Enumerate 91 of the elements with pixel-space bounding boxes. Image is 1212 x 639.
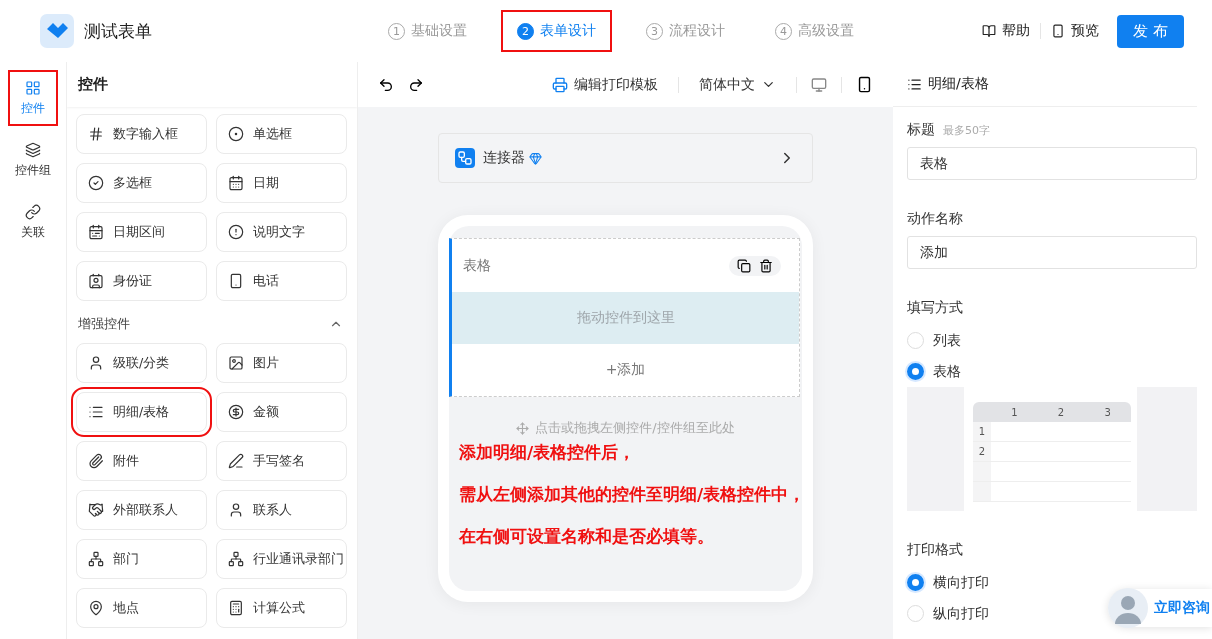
undo-icon[interactable] — [378, 76, 394, 93]
person-icon — [88, 355, 104, 371]
layers-icon — [25, 141, 41, 158]
consult-button[interactable]: 立即咨询 — [1108, 589, 1212, 627]
control-tile[interactable]: 多选框 — [76, 163, 207, 203]
control-tile[interactable]: 外部联系人 — [76, 490, 207, 530]
list-icon — [907, 76, 922, 92]
move-icon — [516, 421, 530, 435]
annotation-text: 添加明细/表格控件后， — [459, 441, 637, 464]
phone-icon — [228, 273, 244, 289]
check-circle-icon — [88, 175, 104, 191]
field-label: 打印格式 — [907, 541, 963, 559]
avatar-icon — [1108, 588, 1148, 628]
list-icon — [88, 404, 104, 420]
action-input[interactable]: 添加 — [907, 236, 1197, 269]
preview-button[interactable]: 预览 — [1041, 22, 1109, 40]
phone-icon[interactable] — [856, 76, 873, 93]
step-tab[interactable]: 2 表单设计 — [503, 12, 610, 50]
drop-zone: 拖动控件到这里 — [452, 292, 799, 344]
control-tile[interactable]: 日期 — [216, 163, 347, 203]
grid-icon — [25, 79, 41, 96]
radio-option[interactable]: 表格 — [907, 356, 961, 387]
annotation-text: 需从左侧添加其他的控件至明细/表格控件中， — [459, 483, 802, 506]
control-tile[interactable]: 说明文字 — [216, 212, 347, 252]
control-tile[interactable]: 数字输入框 — [76, 114, 207, 154]
hash-icon — [88, 126, 104, 142]
panel-title: 控件 — [67, 62, 357, 107]
handshake-icon — [88, 502, 104, 518]
control-tile[interactable]: 日期区间 — [76, 212, 207, 252]
control-tile[interactable]: 电话 — [216, 261, 347, 301]
phone-icon — [1051, 24, 1065, 38]
redo-icon[interactable] — [408, 76, 424, 93]
radio-option[interactable]: 横向打印 — [907, 567, 989, 598]
radio-option[interactable]: 列表 — [907, 325, 961, 356]
person-icon — [228, 502, 244, 518]
org-chart-icon — [228, 551, 244, 567]
radio-icon — [228, 126, 244, 142]
field-label: 填写方式 — [907, 299, 963, 317]
field-title: 表格 — [463, 256, 491, 275]
control-tile[interactable]: 图片 — [216, 343, 347, 383]
table-field[interactable]: 表格 拖动控件到这里 +添加 — [449, 238, 800, 397]
field-label: 动作名称 — [907, 210, 963, 228]
rail-tab[interactable]: 控件组 — [8, 132, 58, 188]
drop-hint: 点击或拖拽左侧控件/控件组至此处 — [535, 419, 735, 437]
pen-icon — [228, 453, 244, 469]
paperclip-icon — [88, 453, 104, 469]
app-name: 测试表单 — [84, 19, 153, 43]
trash-icon[interactable] — [759, 258, 773, 273]
app-logo — [40, 14, 74, 48]
control-tile[interactable]: 计算公式 — [216, 588, 347, 628]
calculator-icon — [228, 600, 244, 616]
table-preview: 1 2 3 1 2 — [907, 387, 1197, 511]
control-tile[interactable]: 行业通讯录部门 — [216, 539, 347, 579]
connector-label: 连接器 — [483, 149, 525, 167]
exclamation-circle-icon — [228, 224, 244, 240]
control-tile[interactable]: 级联/分类 — [76, 343, 207, 383]
link-icon — [25, 203, 41, 220]
field-label: 标题 — [907, 121, 935, 139]
annotation-text: 在右侧可设置名称和是否必填等。 — [459, 525, 715, 548]
location-pin-icon — [88, 600, 104, 616]
control-tile[interactable]: 金额 — [216, 392, 347, 432]
copy-icon[interactable] — [737, 258, 751, 273]
control-tile[interactable]: 地点 — [76, 588, 207, 628]
control-tile[interactable]: 部门 — [76, 539, 207, 579]
properties-title: 明细/表格 — [928, 75, 989, 93]
rail-tab[interactable]: 控件 — [8, 70, 58, 126]
image-icon — [228, 355, 244, 371]
field-hint: 最多50字 — [943, 123, 990, 138]
control-tile[interactable]: 身份证 — [76, 261, 207, 301]
control-tile[interactable]: 单选框 — [216, 114, 347, 154]
connector-icon — [455, 148, 475, 168]
monitor-icon[interactable] — [811, 76, 827, 93]
control-tile[interactable]: 手写签名 — [216, 441, 347, 481]
rail-tab[interactable]: 关联 — [8, 194, 58, 250]
help-button[interactable]: 帮助 — [972, 22, 1040, 40]
connector-card[interactable]: 连接器 — [438, 133, 813, 183]
control-tile[interactable]: 附件 — [76, 441, 207, 481]
section-title: 增强控件 — [78, 315, 130, 333]
book-icon — [982, 24, 996, 38]
publish-button[interactable]: 发 布 — [1117, 14, 1184, 48]
coin-icon — [228, 404, 244, 420]
title-input[interactable]: 表格 — [907, 147, 1197, 180]
language-select[interactable]: 简体中文 — [693, 75, 782, 94]
id-card-icon — [88, 273, 104, 289]
calendar-icon — [88, 224, 104, 240]
radio-option[interactable]: 纵向打印 — [907, 598, 989, 629]
print-template-button[interactable]: 编辑打印模板 — [546, 75, 664, 94]
printer-icon — [552, 76, 568, 93]
org-chart-icon — [88, 551, 104, 567]
control-tile[interactable]: 联系人 — [216, 490, 347, 530]
calendar-icon — [228, 175, 244, 191]
